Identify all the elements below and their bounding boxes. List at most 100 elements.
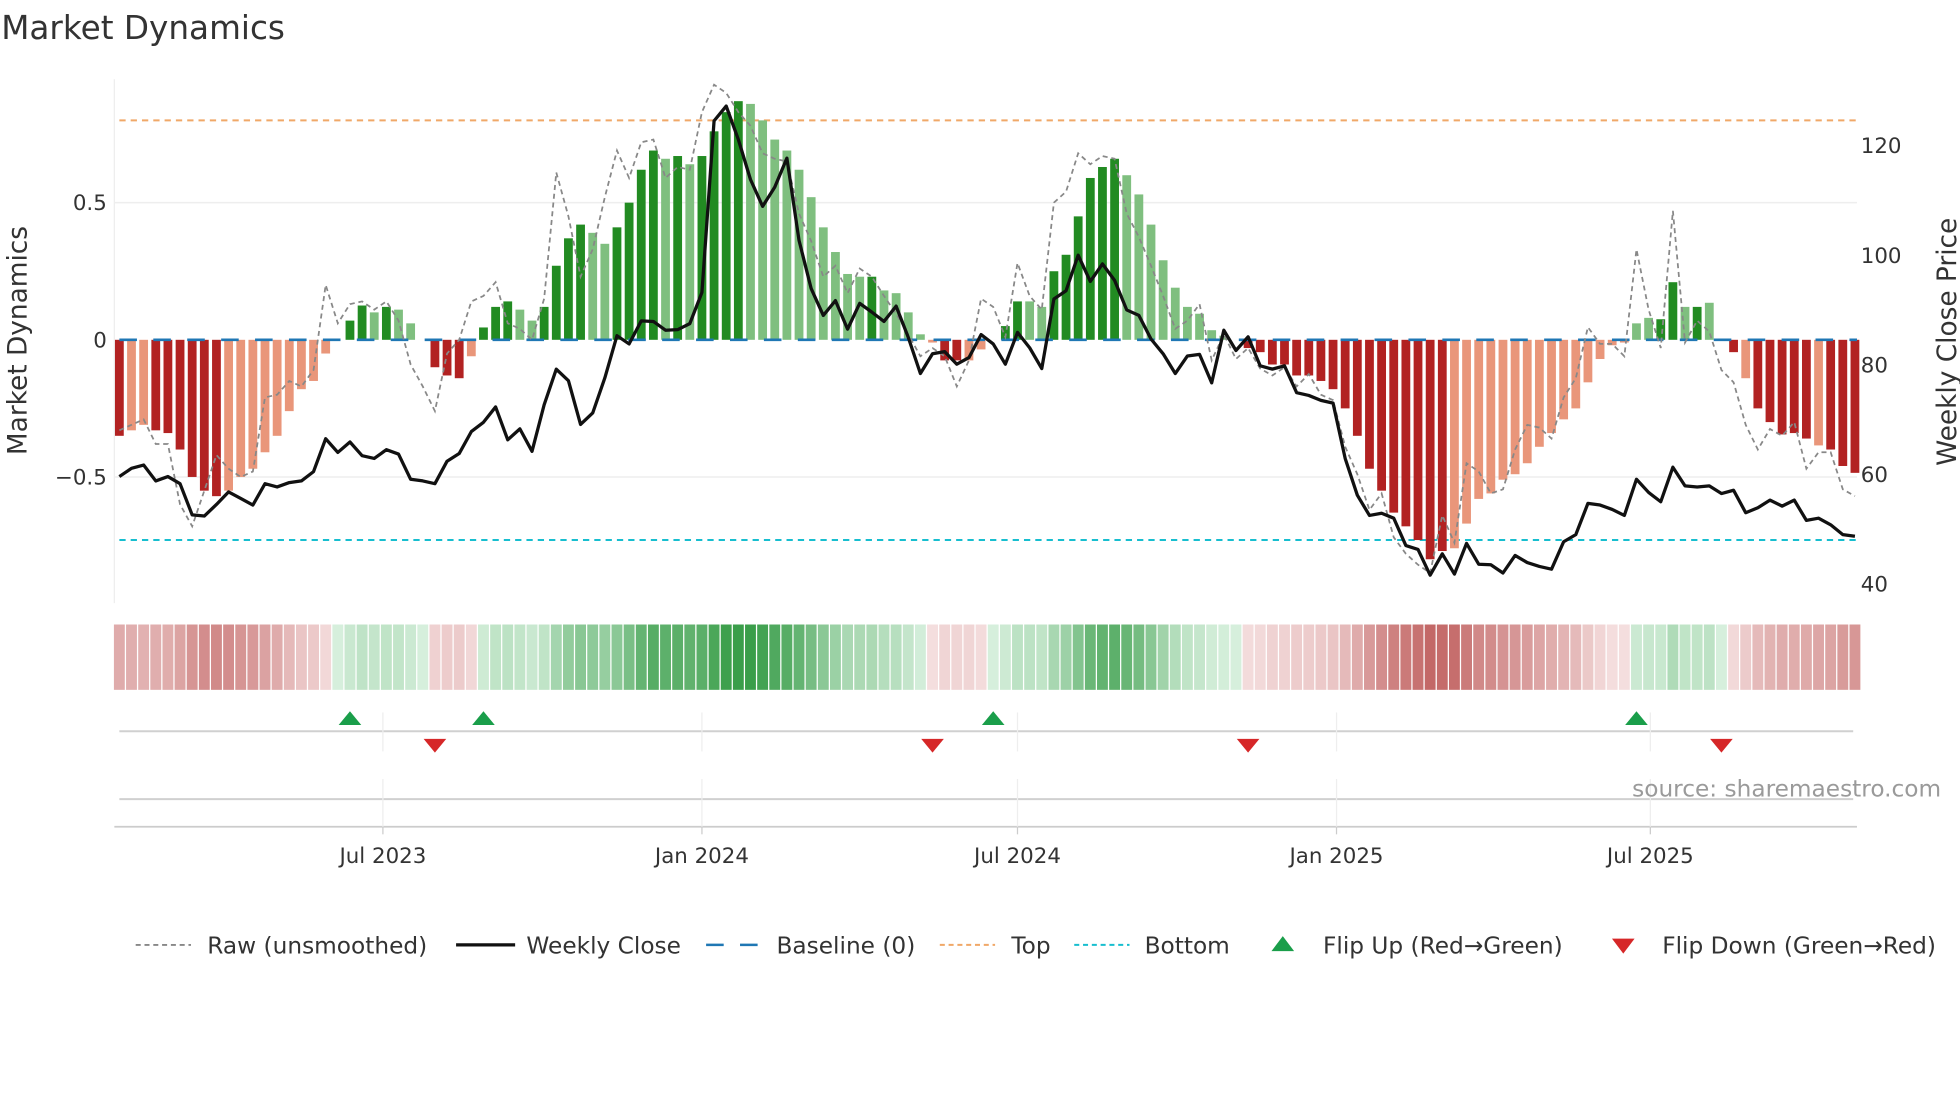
dynamics-bar xyxy=(1522,339,1532,464)
dynamics-bar xyxy=(1025,301,1035,340)
dynamics-bar xyxy=(1328,339,1338,390)
flip-down-marker xyxy=(1710,738,1733,753)
heat-strip-cell xyxy=(660,624,671,690)
heat-strip-cell xyxy=(1133,624,1145,690)
heat-strip-cell xyxy=(781,624,793,690)
dynamics-bar xyxy=(1547,339,1556,434)
heat-strip-cell xyxy=(1206,624,1218,690)
dynamics-bar xyxy=(673,156,683,340)
y-axis-ticks: 0.5 0 −0.5 xyxy=(55,191,107,490)
flip-down-marker xyxy=(921,738,944,753)
dynamics-bar xyxy=(1801,339,1811,439)
heat-strip-cell xyxy=(1631,624,1642,690)
heat-strip-cell xyxy=(951,624,963,690)
heat-strip-cell xyxy=(1448,624,1460,690)
heat-strip-cell xyxy=(963,624,975,690)
heat-strip-cell xyxy=(502,624,514,690)
heat-strip-cell xyxy=(1436,624,1448,690)
heat-strip-cell xyxy=(1109,624,1121,690)
dynamics-bar xyxy=(915,334,925,340)
legend-raw-label: Raw (unsmoothed) xyxy=(207,933,427,960)
y-axis-label: Market Dynamics xyxy=(3,226,33,455)
heat-strip-cell xyxy=(1655,624,1667,690)
heat-strip-cell xyxy=(174,624,186,690)
heat-strip-cell xyxy=(866,624,878,690)
heat-strip xyxy=(113,624,1861,690)
heat-strip-cell xyxy=(259,624,271,690)
dynamics-bar xyxy=(1170,287,1180,340)
heat-strip-cell xyxy=(308,624,319,690)
heat-strip-cell xyxy=(1400,624,1412,690)
heat-strip-cell xyxy=(211,624,222,690)
dynamics-bar xyxy=(1814,339,1823,446)
dynamics-bar xyxy=(806,197,816,340)
dynamics-bar xyxy=(1280,339,1289,365)
heat-strip-cell xyxy=(1752,624,1764,690)
heat-strip-cell xyxy=(635,624,647,690)
heat-strip-cell xyxy=(332,624,344,690)
heat-strip-cell xyxy=(1339,624,1351,690)
dynamics-bar xyxy=(564,238,573,340)
y-tick-label: −0.5 xyxy=(55,465,107,490)
y2-tick-label: 60 xyxy=(1861,463,1888,488)
heat-strip-cell xyxy=(283,624,295,690)
heat-strip-cell xyxy=(490,624,502,690)
heat-strip-cell xyxy=(623,624,635,690)
x-axis-ticks: Jul 2023 Jan 2024 Jul 2024 Jan 2025 Jul 2025 xyxy=(337,712,1694,869)
flip-up-marker xyxy=(338,711,362,726)
heat-strip-cell xyxy=(842,624,854,690)
heat-strip-cell xyxy=(708,624,720,690)
dynamics-bar xyxy=(454,339,464,379)
dynamics-bar xyxy=(600,243,610,340)
heat-strip-cell xyxy=(1060,624,1072,690)
heat-strip-cell xyxy=(1825,624,1837,690)
heat-strip-cell xyxy=(1181,624,1193,690)
dynamics-bar xyxy=(1498,339,1508,480)
heat-strip-cell xyxy=(465,624,477,690)
dynamics-bar xyxy=(381,306,391,340)
heat-strip-cell xyxy=(1194,624,1205,690)
heat-strip-cell xyxy=(1703,624,1715,690)
heat-strip-cell xyxy=(914,624,926,690)
heat-strip-cell xyxy=(684,624,696,690)
heat-strip-cell xyxy=(405,624,417,690)
y2-axis-ticks: 120 100 80 60 40 xyxy=(1861,134,1902,597)
heat-strip-cell xyxy=(380,624,392,690)
y-tick-label: 0.5 xyxy=(73,191,107,216)
heat-strip-cell xyxy=(587,624,599,690)
heat-strip-cell xyxy=(987,624,999,690)
y2-tick-label: 80 xyxy=(1861,353,1888,378)
heat-strip-cell xyxy=(805,624,817,690)
dynamics-bar xyxy=(1037,306,1047,340)
dynamics-bar xyxy=(576,224,585,340)
heat-strip-cell xyxy=(113,624,125,690)
heat-strip-cell xyxy=(793,624,805,690)
heat-strip-cell xyxy=(356,624,368,690)
dynamics-bar xyxy=(1777,339,1787,435)
heat-strip-cell xyxy=(1521,624,1533,690)
heat-strip-cell xyxy=(672,624,684,690)
dynamics-bar xyxy=(345,320,355,340)
legend-flip-down-label: Flip Down (Green→Red) xyxy=(1662,933,1936,960)
dynamics-bar xyxy=(321,339,331,354)
dynamics-bar xyxy=(1085,177,1095,340)
heat-strip-cell xyxy=(1546,624,1557,690)
dynamics-bar xyxy=(1729,339,1738,353)
heat-strip-cell xyxy=(1376,624,1388,690)
x-tick-label: Jul 2023 xyxy=(337,844,426,869)
heat-strip-cell xyxy=(1364,624,1375,690)
heat-strip-cell xyxy=(1606,624,1618,690)
dynamics-bars xyxy=(114,101,1860,560)
dynamics-bar xyxy=(1826,339,1836,450)
dynamics-bar xyxy=(1389,339,1399,513)
dynamics-bar xyxy=(248,339,258,469)
heat-strip-cell xyxy=(1388,624,1400,690)
heat-strip-cell xyxy=(1849,624,1861,690)
legend-flip-up-label: Flip Up (Red→Green) xyxy=(1323,933,1563,960)
heat-strip-cell xyxy=(478,624,489,690)
heat-strip-cell xyxy=(1024,624,1036,690)
heat-strip-cell xyxy=(1279,624,1290,690)
heat-strip-cell xyxy=(1424,624,1436,690)
heat-strip-cell xyxy=(599,624,611,690)
heat-strip-cell xyxy=(1351,624,1363,690)
